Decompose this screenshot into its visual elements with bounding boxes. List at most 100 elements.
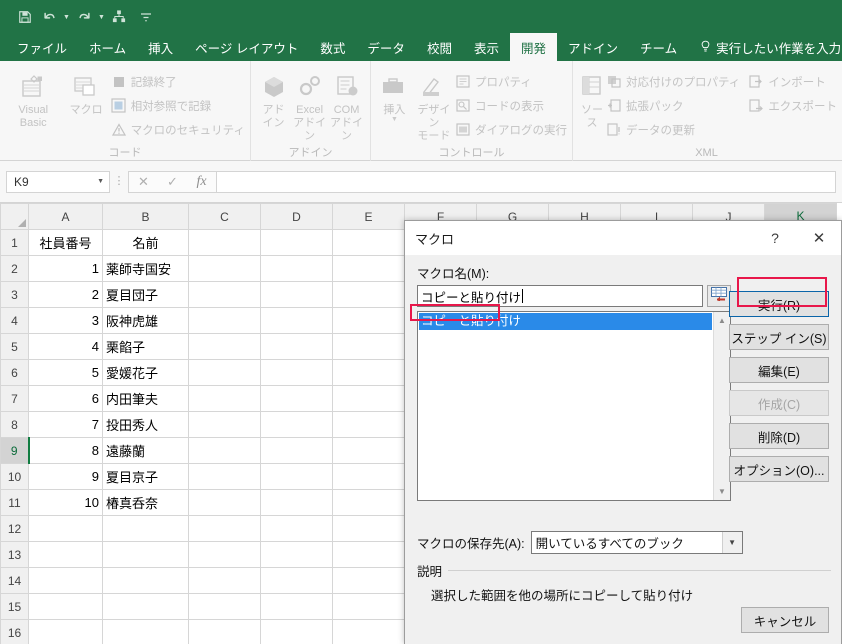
run-button[interactable]: 実行(R) xyxy=(729,291,829,317)
formula-input[interactable] xyxy=(216,170,836,193)
cell-c4[interactable] xyxy=(188,307,261,334)
cell-d7[interactable] xyxy=(260,385,333,412)
cell-e15[interactable] xyxy=(332,593,405,620)
formula-bar-grip[interactable]: ⋮ xyxy=(110,176,128,187)
tab-team[interactable]: チーム xyxy=(629,33,688,61)
cell-c3[interactable] xyxy=(188,281,261,308)
cell-e7[interactable] xyxy=(332,385,405,412)
cell-e12[interactable] xyxy=(332,515,405,542)
cell-b5[interactable]: 栗餡子 xyxy=(102,333,189,360)
redo-icon[interactable] xyxy=(73,6,95,27)
tab-insert[interactable]: 挿入 xyxy=(137,33,184,61)
cell-d9[interactable] xyxy=(260,437,333,464)
cell-c14[interactable] xyxy=(188,567,261,594)
redo-dropdown-icon[interactable]: ▼ xyxy=(97,6,106,27)
row-header-11[interactable]: 11 xyxy=(0,489,29,516)
cell-e3[interactable] xyxy=(332,281,405,308)
options-button[interactable]: オプション(O)... xyxy=(729,456,829,482)
row-header-15[interactable]: 15 xyxy=(0,593,29,620)
view-code-button[interactable]: コードの表示 xyxy=(455,95,567,116)
relative-reference-button[interactable]: 相対参照で記録 xyxy=(111,95,245,116)
column-header-c[interactable]: C xyxy=(188,203,261,230)
excel-add-ins-button[interactable]: Excel アドイン xyxy=(291,66,328,143)
cell-a16[interactable] xyxy=(28,619,103,644)
cell-e13[interactable] xyxy=(332,541,405,568)
tab-page-layout[interactable]: ページ レイアウト xyxy=(184,33,309,61)
row-header-14[interactable]: 14 xyxy=(0,567,29,594)
macro-list-scrollbar[interactable]: ▲ ▼ xyxy=(713,312,730,500)
insert-control-button[interactable]: 挿入 ▼ xyxy=(376,66,413,123)
export-button[interactable]: エクスポート xyxy=(748,95,837,116)
confirm-entry-icon[interactable]: ✓ xyxy=(158,172,187,192)
tell-me-box[interactable]: 実行したい作業を入力してくだ xyxy=(688,33,842,61)
cell-c15[interactable] xyxy=(188,593,261,620)
cell-d16[interactable] xyxy=(260,619,333,644)
cell-e4[interactable] xyxy=(332,307,405,334)
cell-a9[interactable]: 8 xyxy=(28,437,103,464)
chevron-down-icon[interactable]: ▼ xyxy=(721,532,742,553)
cell-b1[interactable]: 名前 xyxy=(102,229,189,256)
cell-b13[interactable] xyxy=(102,541,189,568)
xml-source-button[interactable]: ソース xyxy=(578,66,606,130)
cell-d12[interactable] xyxy=(260,515,333,542)
com-add-ins-button[interactable]: COM アドイン xyxy=(328,66,365,143)
row-header-9[interactable]: 9 xyxy=(0,437,30,464)
column-header-e[interactable]: E xyxy=(332,203,405,230)
map-properties-button[interactable]: 対応付けのプロパティ xyxy=(606,71,740,92)
cell-a6[interactable]: 5 xyxy=(28,359,103,386)
cell-d10[interactable] xyxy=(260,463,333,490)
tab-developer[interactable]: 開発 xyxy=(509,33,557,61)
import-button[interactable]: インポート xyxy=(748,71,837,92)
cell-a14[interactable] xyxy=(28,567,103,594)
cell-c7[interactable] xyxy=(188,385,261,412)
cell-d13[interactable] xyxy=(260,541,333,568)
cell-a7[interactable]: 6 xyxy=(28,385,103,412)
cell-b6[interactable]: 愛媛花子 xyxy=(102,359,189,386)
name-box-caret-icon[interactable]: ▼ xyxy=(97,178,104,185)
cell-d1[interactable] xyxy=(260,229,333,256)
add-ins-button[interactable]: アド イン xyxy=(256,66,291,130)
cell-e10[interactable] xyxy=(332,463,405,490)
cell-c13[interactable] xyxy=(188,541,261,568)
column-header-a[interactable]: A xyxy=(28,203,103,230)
cell-e6[interactable] xyxy=(332,359,405,386)
select-range-button[interactable] xyxy=(707,285,731,307)
tab-review[interactable]: 校閲 xyxy=(416,33,463,61)
macro-name-input[interactable]: コピーと貼り付け xyxy=(417,285,703,307)
cell-d11[interactable] xyxy=(260,489,333,516)
cell-d2[interactable] xyxy=(260,255,333,282)
cell-b8[interactable]: 投田秀人 xyxy=(102,411,189,438)
cell-b11[interactable]: 椿真呑奈 xyxy=(102,489,189,516)
row-header-13[interactable]: 13 xyxy=(0,541,29,568)
select-all-corner[interactable] xyxy=(0,203,29,230)
row-header-6[interactable]: 6 xyxy=(0,359,29,386)
run-dialog-button[interactable]: ダイアログの実行 xyxy=(455,119,567,140)
macro-store-combo[interactable]: 開いているすべてのブック ▼ xyxy=(530,531,743,554)
cell-b4[interactable]: 阪神虎雄 xyxy=(102,307,189,334)
row-header-3[interactable]: 3 xyxy=(0,281,29,308)
design-mode-button[interactable]: デザイン モード xyxy=(413,66,455,143)
cell-d14[interactable] xyxy=(260,567,333,594)
help-icon[interactable]: ? xyxy=(753,221,797,255)
cell-e14[interactable] xyxy=(332,567,405,594)
cancel-entry-icon[interactable]: ✕ xyxy=(129,172,158,192)
cell-b9[interactable]: 遠藤蘭 xyxy=(102,437,189,464)
macro-security-button[interactable]: マクロのセキュリティ xyxy=(111,119,245,140)
cell-a8[interactable]: 7 xyxy=(28,411,103,438)
undo-icon[interactable] xyxy=(38,6,60,27)
properties-button[interactable]: プロパティ xyxy=(455,71,567,92)
cell-b3[interactable]: 夏目団子 xyxy=(102,281,189,308)
macro-list-box[interactable]: コピーと貼り付け ▲ ▼ xyxy=(417,311,731,501)
tab-data[interactable]: データ xyxy=(356,33,416,61)
row-header-12[interactable]: 12 xyxy=(0,515,29,542)
cell-b16[interactable] xyxy=(102,619,189,644)
save-icon[interactable] xyxy=(14,6,36,27)
cell-e8[interactable] xyxy=(332,411,405,438)
custom-macro-icon[interactable] xyxy=(108,6,130,27)
macro-button[interactable]: マクロ xyxy=(61,66,110,117)
cell-c9[interactable] xyxy=(188,437,261,464)
cell-a12[interactable] xyxy=(28,515,103,542)
cell-d5[interactable] xyxy=(260,333,333,360)
cell-c1[interactable] xyxy=(188,229,261,256)
column-header-d[interactable]: D xyxy=(260,203,333,230)
